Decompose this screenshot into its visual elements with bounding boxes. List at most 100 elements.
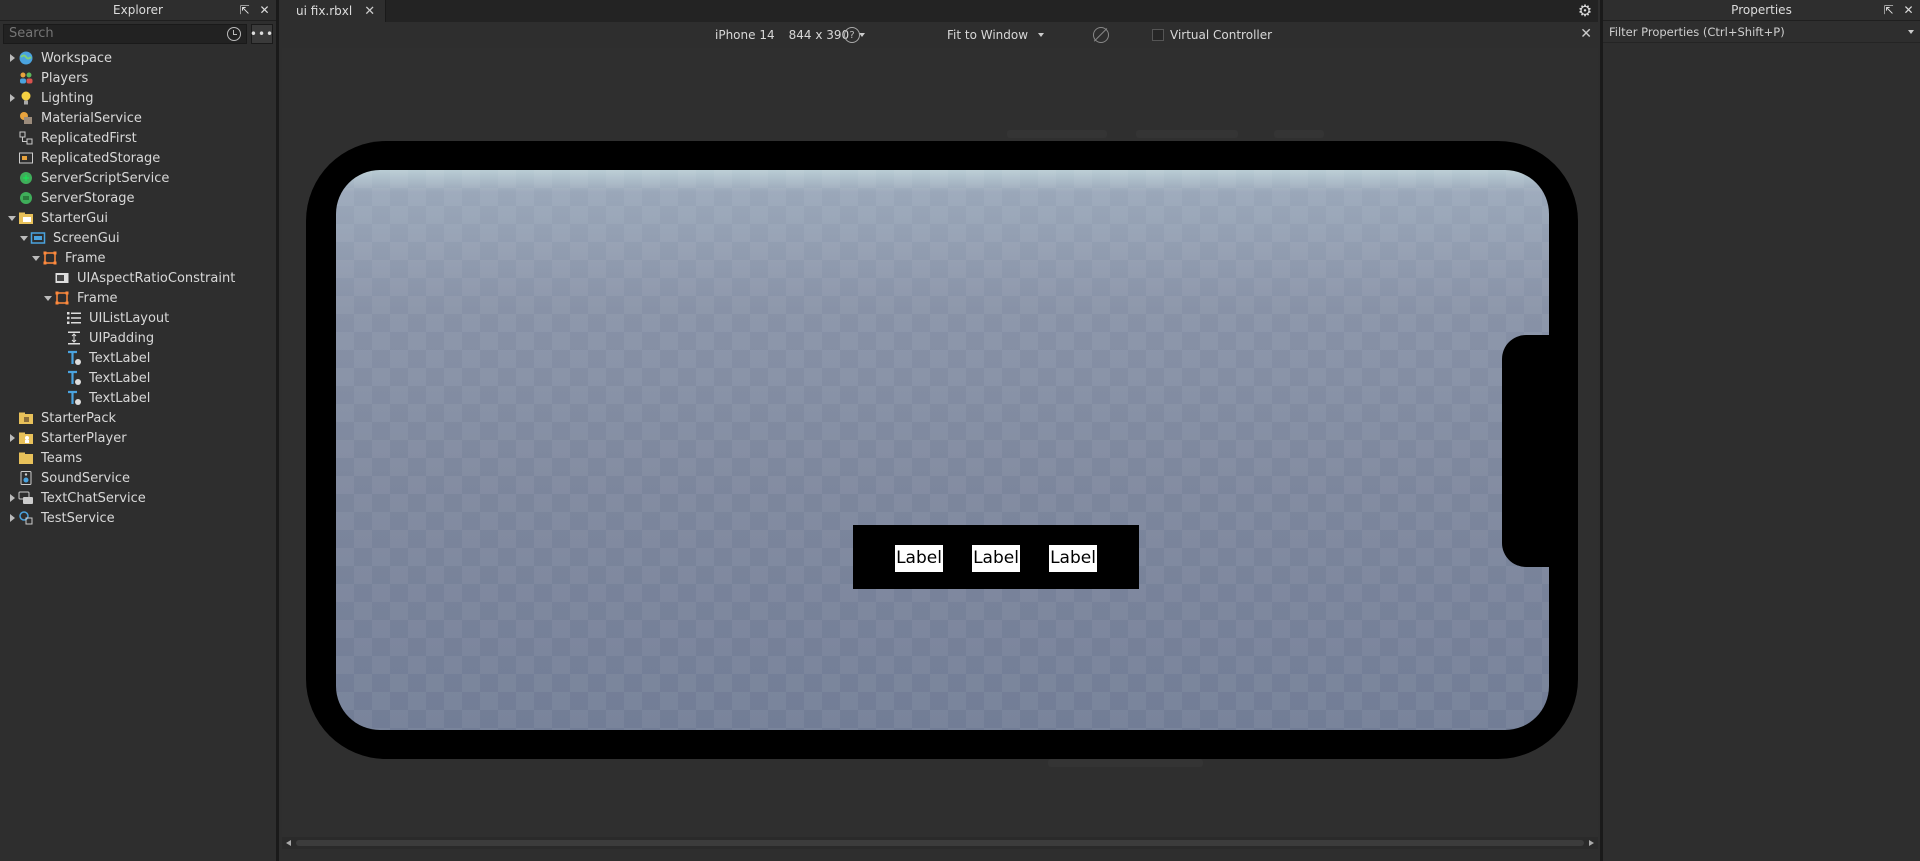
gear-icon[interactable]: ⚙ — [1576, 2, 1594, 20]
explorer-item-label: TextLabel — [89, 390, 151, 406]
explorer-item[interactable]: StarterPack — [0, 408, 276, 428]
explorer-item-label: Players — [41, 70, 89, 86]
more-options-button[interactable]: ••• — [250, 23, 273, 44]
explorer-item[interactable]: TextChatService — [0, 488, 276, 508]
replicated-storage-icon — [18, 150, 34, 166]
caret-expanded-icon[interactable] — [18, 228, 30, 248]
ghost-topbar-element — [1136, 130, 1238, 138]
frame-icon — [42, 250, 58, 266]
history-icon[interactable] — [227, 26, 241, 41]
players-icon — [18, 70, 34, 86]
virtual-controller-toggle[interactable]: Virtual Controller — [1152, 22, 1272, 48]
starter-pack-icon — [18, 410, 34, 426]
list-layout-icon — [66, 310, 82, 326]
phone-screen[interactable]: Label Label Label — [336, 170, 1549, 730]
horizontal-scrollbar[interactable] — [282, 837, 1598, 849]
caret-collapsed-icon[interactable] — [6, 508, 18, 528]
virtual-controller-label: Virtual Controller — [1170, 28, 1273, 42]
explorer-item[interactable]: UIPadding — [0, 328, 276, 348]
caret-spacer — [54, 368, 66, 388]
caret-spacer — [6, 148, 18, 168]
zoom-label: Fit to Window — [947, 28, 1029, 42]
explorer-item[interactable]: TextLabel — [0, 388, 276, 408]
explorer-item-label: Frame — [65, 250, 106, 266]
gui-frame[interactable]: Label Label Label — [853, 525, 1139, 589]
gui-text-label[interactable]: Label — [1049, 544, 1097, 572]
chevron-down-icon — [859, 33, 866, 37]
explorer-item[interactable]: MaterialService — [0, 108, 276, 128]
explorer-search-input[interactable] — [9, 26, 209, 41]
undock-icon[interactable]: ⇱ — [1883, 4, 1894, 16]
scroll-left-icon[interactable] — [286, 840, 291, 846]
explorer-item[interactable]: UIListLayout — [0, 308, 276, 328]
explorer-item-label: StarterPack — [41, 410, 116, 426]
explorer-item[interactable]: SoundService — [0, 468, 276, 488]
explorer-item[interactable]: TextLabel — [0, 348, 276, 368]
game-viewport[interactable]: Label Label Label — [282, 48, 1598, 849]
replicated-first-icon — [18, 130, 34, 146]
gui-text-label[interactable]: Label — [895, 544, 943, 572]
caret-spacer — [54, 388, 66, 408]
virtual-controller-checkbox[interactable] — [1152, 29, 1164, 41]
help-icon[interactable]: ? — [844, 27, 860, 43]
tab-ui-fix[interactable]: ui fix.rbxl ✕ — [282, 0, 387, 22]
server-script-service-icon — [18, 170, 34, 186]
caret-collapsed-icon[interactable] — [6, 428, 18, 448]
rotate-disabled-icon[interactable] — [1093, 27, 1109, 43]
caret-collapsed-icon[interactable] — [6, 48, 18, 68]
explorer-item[interactable]: Lighting — [0, 88, 276, 108]
close-icon[interactable]: ✕ — [1903, 4, 1914, 16]
caret-spacer — [6, 168, 18, 188]
explorer-item[interactable]: TextLabel — [0, 368, 276, 388]
caret-expanded-icon[interactable] — [30, 248, 42, 268]
caret-spacer — [42, 268, 54, 288]
text-chat-service-icon — [18, 490, 34, 506]
explorer-item[interactable]: Teams — [0, 448, 276, 468]
explorer-item-label: StarterGui — [41, 210, 109, 226]
tab-close-icon[interactable]: ✕ — [364, 4, 375, 19]
explorer-item[interactable]: UIAspectRatioConstraint — [0, 268, 276, 288]
caret-spacer — [6, 68, 18, 88]
explorer-item[interactable]: ScreenGui — [0, 228, 276, 248]
explorer-item-label: ReplicatedStorage — [41, 150, 161, 166]
scroll-right-icon[interactable] — [1589, 840, 1594, 846]
device-emulation-bar: iPhone 14 844 x 390 ? Fit to Window Virt… — [282, 22, 1598, 48]
explorer-item-label: TextLabel — [89, 370, 151, 386]
phone-notch — [1502, 335, 1562, 567]
undock-icon[interactable]: ⇱ — [239, 4, 250, 16]
explorer-item[interactable]: ServerScriptService — [0, 168, 276, 188]
caret-expanded-icon[interactable] — [42, 288, 54, 308]
explorer-item-label: Frame — [77, 290, 118, 306]
device-selector[interactable]: iPhone 14 844 x 390 — [715, 22, 866, 48]
chevron-down-icon[interactable] — [1908, 29, 1914, 34]
explorer-item[interactable]: ReplicatedFirst — [0, 128, 276, 148]
teams-icon — [18, 450, 34, 466]
explorer-item[interactable]: StarterPlayer — [0, 428, 276, 448]
caret-collapsed-icon[interactable] — [6, 488, 18, 508]
explorer-item[interactable]: ServerStorage — [0, 188, 276, 208]
filter-properties-field[interactable]: Filter Properties (Ctrl+Shift+P) — [1603, 21, 1920, 43]
caret-spacer — [6, 128, 18, 148]
rotate-button[interactable] — [1093, 22, 1109, 48]
tab-label: ui fix.rbxl — [296, 4, 353, 18]
explorer-item[interactable]: ReplicatedStorage — [0, 148, 276, 168]
ghost-topbar-element — [1274, 130, 1324, 138]
explorer-item[interactable]: Frame — [0, 288, 276, 308]
help-button[interactable]: ? — [844, 22, 860, 48]
scrollbar-thumb[interactable] — [296, 840, 1584, 846]
explorer-title: Explorer — [113, 3, 163, 17]
close-icon[interactable]: ✕ — [259, 4, 270, 16]
explorer-item[interactable]: Workspace — [0, 48, 276, 68]
caret-expanded-icon[interactable] — [6, 208, 18, 228]
explorer-search-box[interactable] — [3, 23, 247, 44]
explorer-item[interactable]: StarterGui — [0, 208, 276, 228]
close-emulation-icon[interactable]: ✕ — [1580, 26, 1592, 42]
padding-icon — [66, 330, 82, 346]
explorer-item[interactable]: TestService — [0, 508, 276, 528]
explorer-item[interactable]: Frame — [0, 248, 276, 268]
explorer-item[interactable]: Players — [0, 68, 276, 88]
explorer-item-label: SoundService — [41, 470, 130, 486]
caret-collapsed-icon[interactable] — [6, 88, 18, 108]
zoom-selector[interactable]: Fit to Window — [947, 22, 1045, 48]
gui-text-label[interactable]: Label — [972, 544, 1020, 572]
